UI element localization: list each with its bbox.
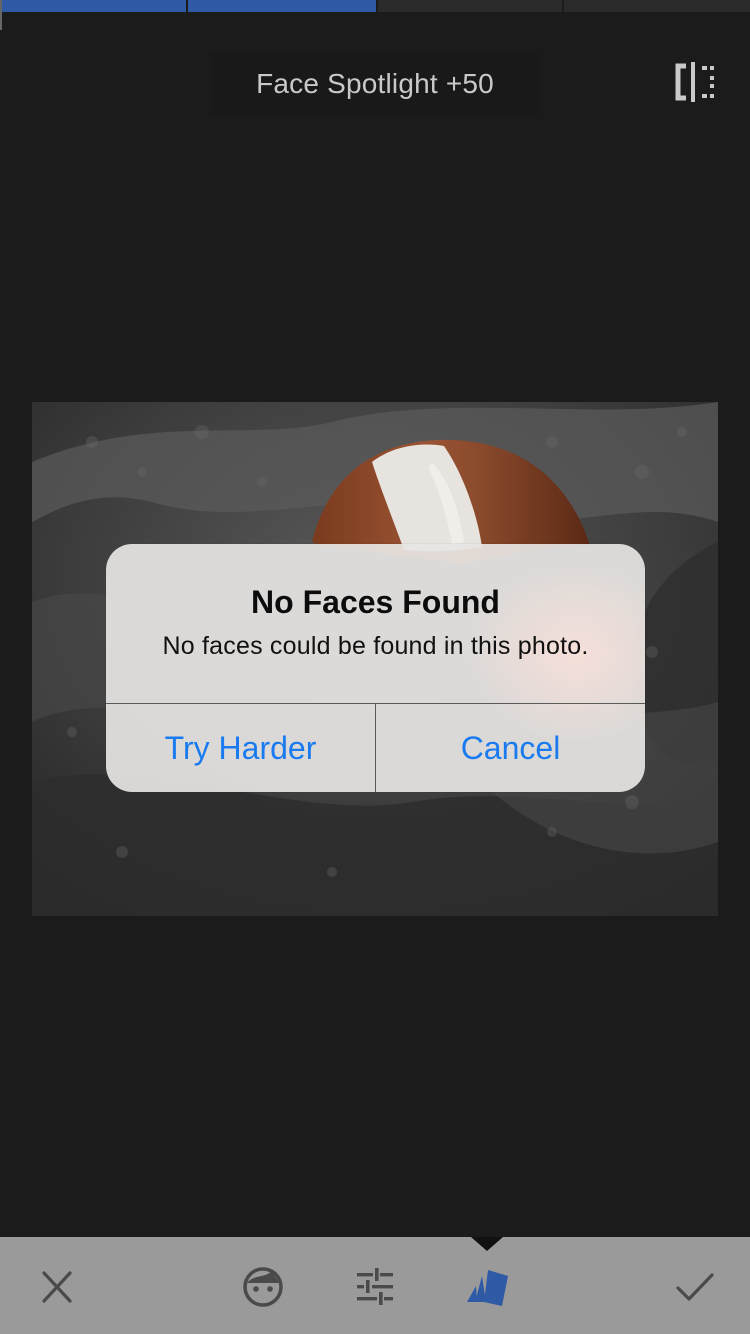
alert-title: No Faces Found: [251, 584, 500, 620]
active-tool-pointer: [471, 1237, 503, 1251]
cancel-button[interactable]: Cancel: [376, 704, 645, 792]
styles-cards-icon[interactable]: [464, 1266, 508, 1308]
progress-tick: [562, 0, 564, 12]
progress-marker: [0, 0, 2, 30]
progress-tick: [376, 0, 378, 12]
progress-bar: [0, 0, 750, 30]
adjustment-value-label: Face Spotlight +50: [211, 52, 539, 116]
face-icon[interactable]: [241, 1266, 285, 1308]
sliders-icon[interactable]: [353, 1266, 397, 1308]
progress-fill: [0, 0, 376, 12]
close-icon[interactable]: [35, 1266, 79, 1308]
checkmark-icon[interactable]: [673, 1266, 717, 1308]
compare-split-icon[interactable]: [672, 62, 716, 102]
alert-dialog: No Faces Found No faces could be found i…: [106, 544, 645, 792]
try-harder-button[interactable]: Try Harder: [106, 704, 375, 792]
alert-message: No faces could be found in this photo.: [162, 632, 589, 660]
progress-tick: [186, 0, 188, 12]
